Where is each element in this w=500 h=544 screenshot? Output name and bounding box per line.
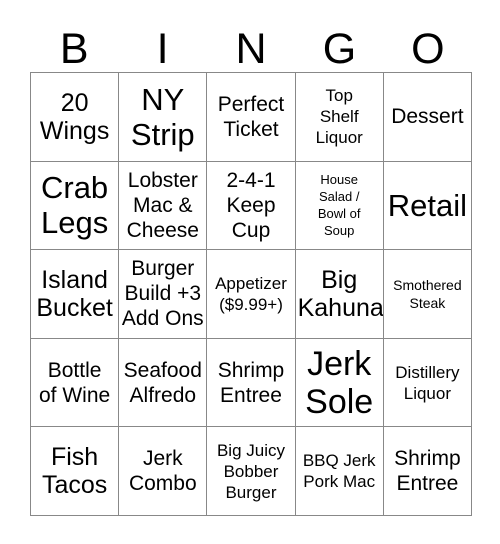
bingo-cell-label: BBQ Jerk Pork Mac [302, 451, 376, 492]
bingo-cell[interactable]: Distillery Liquor [383, 338, 472, 428]
bingo-cell-label: Top Shelf Liquor [315, 86, 363, 148]
header-letter-o: O [411, 25, 445, 73]
bingo-cell-label: 20 Wings [39, 88, 110, 145]
bingo-cell[interactable]: Bottle of Wine [31, 338, 120, 428]
bingo-card: B I N G O 20 Wings NY Strip Perfect Ticket… [0, 0, 500, 544]
bingo-cell[interactable]: Smothered Steak [383, 250, 472, 339]
bingo-cell-label: Smothered Steak [393, 276, 462, 311]
bingo-cell-label: Island Bucket [36, 265, 113, 322]
bingo-cell-label: 2-4-1 Keep Cup [226, 168, 276, 242]
bingo-cell-label: Distillery Liquor [395, 362, 460, 403]
bingo-cell[interactable]: Top Shelf Liquor [295, 73, 384, 162]
bingo-cell[interactable]: Big Kahuna [295, 250, 384, 339]
bingo-cell[interactable]: BBQ Jerk Pork Mac [295, 427, 384, 516]
header-letter-n: N [235, 25, 267, 73]
bingo-cell-label: NY Strip [130, 81, 195, 152]
bingo-cell-label: Bottle of Wine [38, 358, 111, 407]
header-letter-b: B [59, 25, 89, 73]
bingo-cell[interactable]: Fish Tacos [31, 427, 120, 516]
bingo-cell[interactable]: 20 Wings [31, 73, 120, 162]
bingo-cell[interactable]: Island Bucket [31, 250, 120, 339]
bingo-grid: 20 Wings NY Strip Perfect Ticket Top Shelf … [30, 72, 472, 516]
bingo-cell[interactable]: NY Strip [119, 73, 208, 162]
bingo-cell[interactable]: Big Juicy Bobber Burger [207, 427, 296, 516]
bingo-cell-label: Big Juicy Bobber Burger [216, 440, 285, 502]
bingo-cell-label: Fish Tacos [41, 443, 108, 500]
bingo-cell-label: Shrimp Entree [217, 358, 285, 407]
bingo-cell[interactable]: Shrimp Entree [383, 427, 472, 516]
bingo-cell-label: Jerk Combo [128, 447, 197, 496]
bingo-cell-label: House Salad / Bowl of Soup [317, 172, 361, 239]
bingo-cell[interactable]: Shrimp Entree [207, 338, 296, 428]
bingo-cell[interactable]: Retail [383, 161, 472, 251]
bingo-cell-label: Jerk Sole [305, 344, 374, 421]
bingo-cell-label: Big Kahuna [297, 265, 384, 322]
bingo-cell-label: Appetizer ($9.99+) [215, 273, 287, 314]
bingo-cell-label: Burger Build +3 Add Ons [121, 257, 204, 331]
bingo-cell-label: Seafood Alfredo [123, 358, 202, 407]
bingo-cell[interactable]: Appetizer ($9.99+) [207, 250, 296, 339]
bingo-cell[interactable]: Seafood Alfredo [119, 338, 208, 428]
bingo-cell[interactable]: House Salad / Bowl of Soup [295, 161, 384, 251]
bingo-header-row: B I N G O [30, 18, 472, 72]
bingo-cell[interactable]: Perfect Ticket [207, 73, 296, 162]
header-letter-g: G [322, 25, 357, 73]
bingo-cell[interactable]: Dessert [383, 73, 472, 162]
bingo-cell-label: Dessert [391, 105, 464, 129]
bingo-cell-label: Retail [387, 187, 468, 223]
bingo-cell-label: Shrimp Entree [394, 447, 461, 496]
bingo-cell[interactable]: Jerk Sole [295, 338, 384, 428]
bingo-cell[interactable]: Jerk Combo [119, 427, 208, 516]
bingo-cell[interactable]: Crab Legs [31, 161, 120, 251]
header-letter-i: I [156, 25, 169, 73]
bingo-cell[interactable]: 2-4-1 Keep Cup [207, 161, 296, 251]
bingo-cell[interactable]: Burger Build +3 Add Ons [119, 250, 208, 339]
bingo-cell-label: Perfect Ticket [217, 92, 285, 141]
bingo-cell[interactable]: Lobster Mac & Cheese [119, 161, 208, 251]
bingo-cell-label: Crab Legs [40, 170, 109, 241]
bingo-cell-label: Lobster Mac & Cheese [126, 168, 199, 242]
